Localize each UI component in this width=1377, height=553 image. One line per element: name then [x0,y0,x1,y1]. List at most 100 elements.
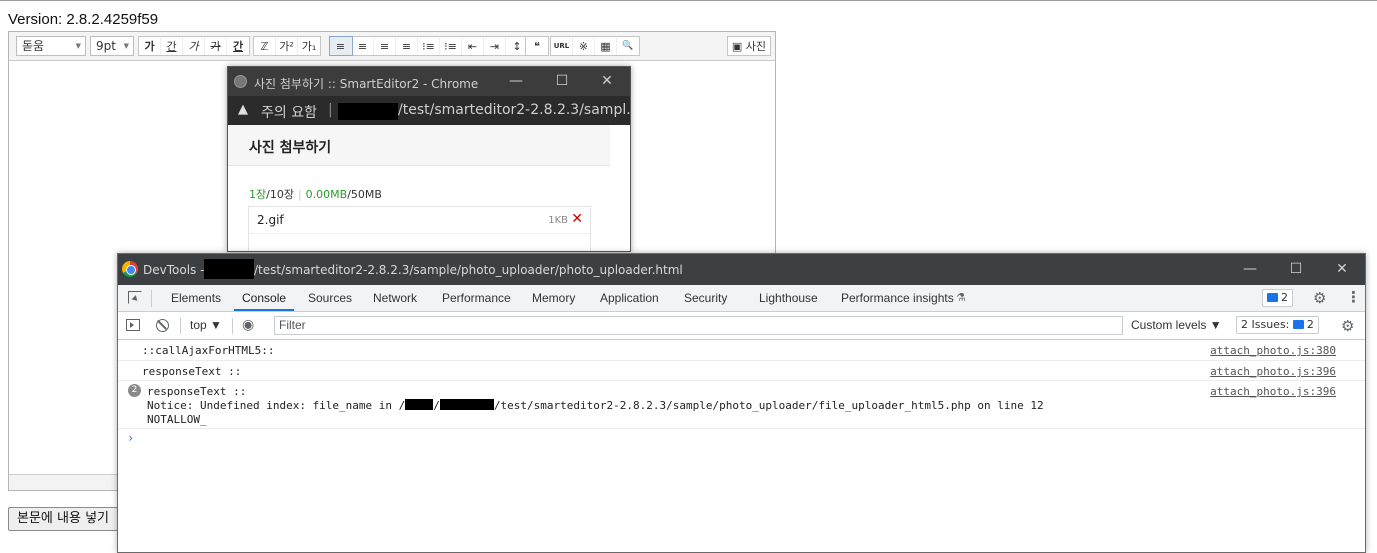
size-current: 0.00MB [305,188,348,201]
popup-header: 사진 첨부하기 [228,125,610,166]
outdent-button[interactable]: ⇤ [462,37,484,55]
clear-console-icon[interactable] [156,319,169,332]
devtools-title-path: /test/smarteditor2-2.8.2.3/sample/photo_… [254,263,683,277]
unordered-list-button[interactable]: ⁝≡ [440,37,462,55]
tab-lighthouse[interactable]: Lighthouse [759,291,818,305]
log-message: responseText :: [147,385,247,398]
minimize-icon[interactable]: — [1240,260,1260,278]
redacted-host [204,259,254,279]
toolbar-divider [180,318,181,334]
tab-network[interactable]: Network [373,291,417,305]
console-filter-input[interactable]: Filter [274,316,1123,335]
console-log-row: responseText :: attach_photo.js:396 [118,361,1365,381]
issues-label: 2 Issues: [1241,318,1290,331]
delete-file-icon[interactable]: ✕ [571,211,583,227]
log-source-link[interactable]: attach_photo.js:396 [1210,385,1336,398]
toolbar-divider [232,318,233,334]
settings-gear-icon[interactable]: ⚙ [1313,289,1326,307]
popup-titlebar: 사진 첨부하기 :: SmartEditor2 - Chrome — ☐ ✕ [228,67,630,96]
align-justify-button[interactable]: ≡ [396,37,418,55]
log-message: ::callAjaxForHTML5:: [142,344,275,357]
message-icon [1267,293,1278,302]
size-total: /50MB [347,188,382,201]
tab-performance-insights[interactable]: Performance insights [841,291,954,305]
tab-console[interactable]: Console [242,291,286,305]
context-select[interactable]: top ▼ [190,318,222,332]
tab-memory[interactable]: Memory [532,291,575,305]
font-color-button[interactable]: 간 [227,37,249,55]
devtools-tabbar: Elements Console Sources Network Perform… [118,285,1365,312]
globe-icon [234,75,247,88]
maximize-icon[interactable]: ☐ [1286,260,1306,278]
log-notice-line: Notice: Undefined index: file_name in / /… [147,399,1044,412]
quote-button[interactable]: ❝ [526,37,548,55]
strikethrough-button[interactable]: 가 [205,37,227,55]
font-size-select[interactable]: 9pt ▼ [90,36,134,56]
redacted-host [338,103,398,120]
quote-group: ❝ [525,36,549,56]
maximize-icon[interactable]: ☐ [553,73,571,89]
close-icon[interactable]: ✕ [598,73,616,89]
log-source-link[interactable]: attach_photo.js:396 [1210,365,1336,378]
photo-count-current: 1장 [249,188,267,201]
list-item: 2.gif 1KB ✕ [249,207,590,234]
align-left-button[interactable]: ≡ [329,36,353,56]
attach-photo-label: 사진 [745,40,766,53]
show-sidebar-icon[interactable] [126,319,140,331]
indent-button[interactable]: ⇥ [484,37,506,55]
ordered-list-button[interactable]: ⁝≡ [418,37,440,55]
insert-group: URL ※ ▦ 🔍 [550,36,640,56]
issues-badge[interactable]: 2 Issues: 2 [1236,316,1319,334]
devtools-title-prefix: DevTools - [143,263,205,277]
special-char-button[interactable]: ※ [573,37,595,55]
notice-text-end: /test/smarteditor2-2.8.2.3/sample/photo_… [493,399,1044,412]
superscript-button[interactable]: 가² [276,37,298,55]
tab-application[interactable]: Application [600,291,659,305]
log-source-link[interactable]: attach_photo.js:380 [1210,344,1336,357]
inspect-element-icon[interactable] [128,291,142,304]
page-top-border [0,0,1377,1]
align-center-button[interactable]: ≡ [352,37,374,55]
tab-performance[interactable]: Performance [442,291,511,305]
tab-sources[interactable]: Sources [308,291,352,305]
subscript-button[interactable]: 가₁ [298,37,320,55]
live-expression-eye-icon[interactable]: ◉ [242,317,254,333]
log-notallow-line: NOTALLOW_ [147,413,207,426]
messages-badge[interactable]: 2 [1262,289,1293,307]
redacted-path [405,399,434,410]
popup-window-title: 사진 첨부하기 :: SmartEditor2 - Chrome [254,77,479,91]
console-prompt-row[interactable]: › [118,429,1365,449]
prompt-chevron-icon: › [127,431,135,445]
font-family-value: 돋움 [22,39,45,53]
upload-stats: 1장/10장 | 0.00MB/50MB [249,186,382,202]
tab-security[interactable]: Security [684,291,727,305]
close-icon[interactable]: ✕ [1332,260,1352,278]
table-button[interactable]: ▦ [595,37,617,55]
console-output: ::callAjaxForHTML5:: attach_photo.js:380… [118,340,1365,449]
popup-address-bar[interactable]: ▲ 주의 요함 | /test/smarteditor2-2.8.2.3/sam… [228,96,630,125]
tab-elements[interactable]: Elements [171,291,221,305]
console-settings-gear-icon[interactable]: ⚙ [1341,317,1354,335]
underline-button[interactable]: 간 [161,37,183,55]
photo-uploader-window: 사진 첨부하기 :: SmartEditor2 - Chrome — ☐ ✕ ▲… [227,66,631,252]
link-button[interactable]: URL [551,37,573,55]
highlight-button[interactable]: ℤ [254,37,276,55]
messages-count: 2 [1281,291,1288,304]
version-label: Version: 2.8.2.4259f59 [8,11,159,28]
issues-count: 2 [1306,318,1314,331]
active-tab-indicator [234,309,294,311]
attach-photo-button[interactable]: ▣ 사진 [726,36,771,56]
minimize-icon[interactable]: — [507,73,525,89]
custom-levels-select[interactable]: Custom levels ▼ [1131,318,1222,332]
insert-content-button[interactable]: 본문에 내용 넣기 [8,507,118,531]
chevron-down-icon: ▼ [75,42,81,50]
italic-button[interactable]: 가 [183,37,205,55]
file-size: 1KB [548,215,568,226]
bold-button[interactable]: 가 [139,37,161,55]
issue-icon [1292,320,1304,329]
not-secure-label: 주의 요함 [261,105,317,121]
align-right-button[interactable]: ≡ [374,37,396,55]
more-options-icon[interactable]: ⋮ [1346,288,1361,306]
font-family-select[interactable]: 돋움 ▼ [16,36,86,56]
find-replace-button[interactable]: 🔍 [617,37,639,55]
